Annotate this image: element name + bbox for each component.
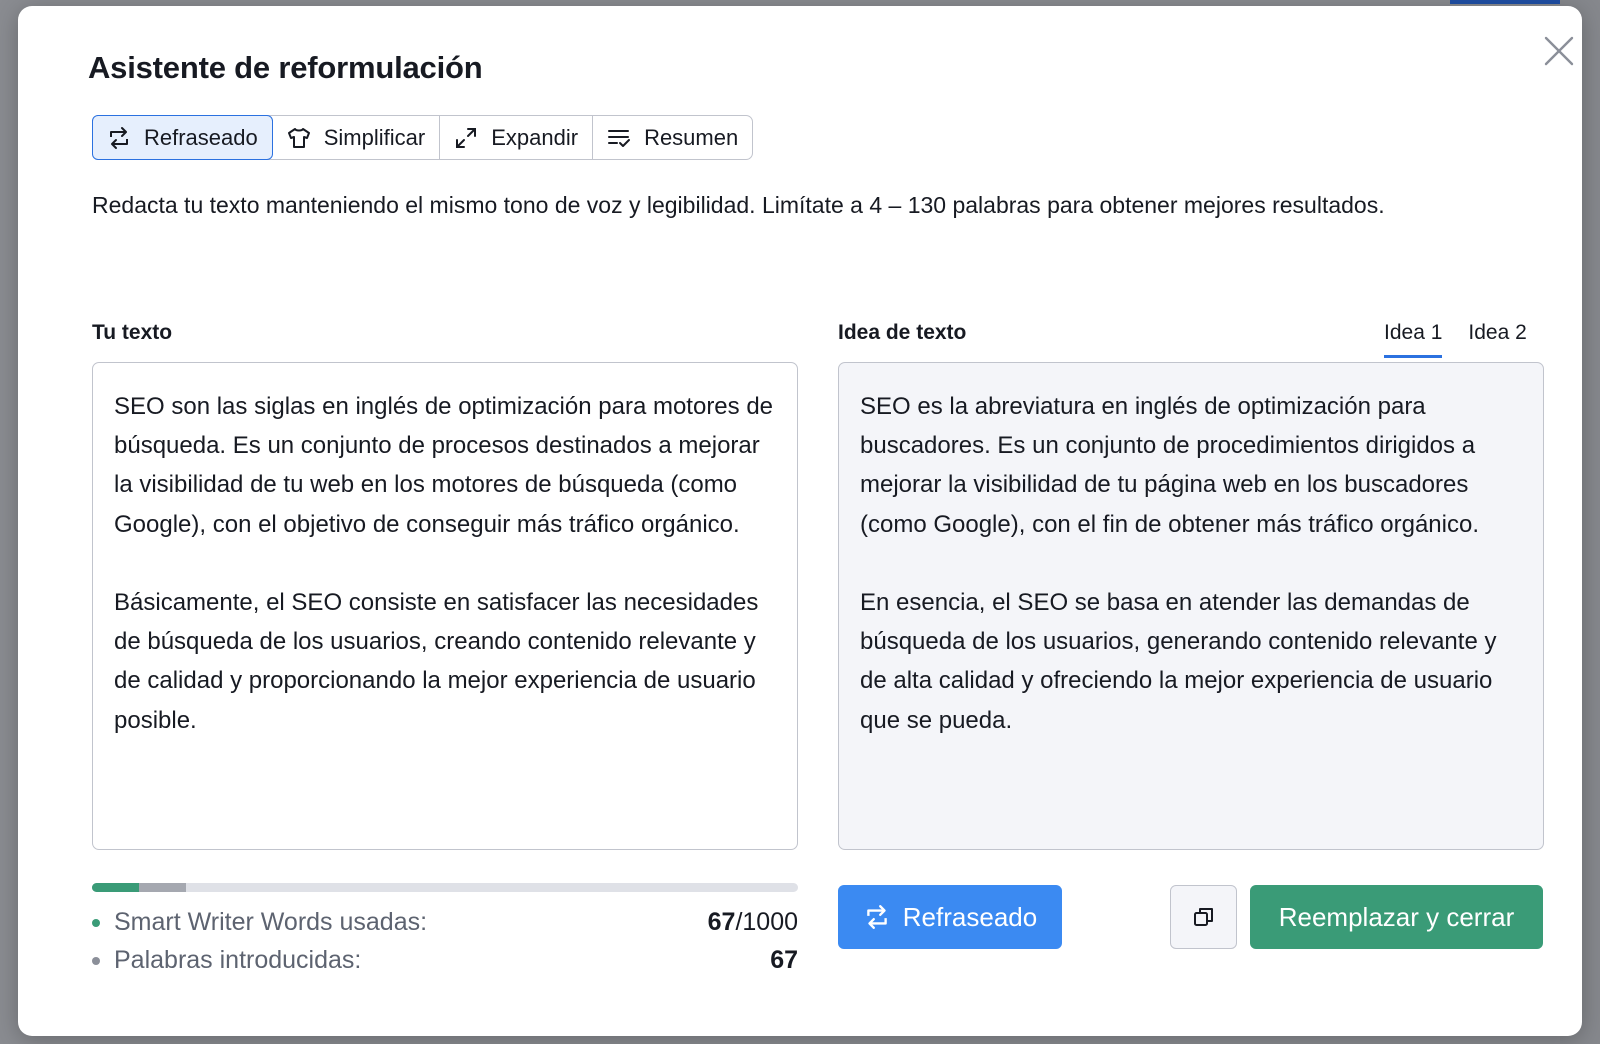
tab-rephrase-label: Refraseado xyxy=(144,124,258,150)
close-icon xyxy=(1544,36,1574,66)
rephrase-button-label: Refraseado xyxy=(902,901,1038,932)
tab-summary[interactable]: Resumen xyxy=(593,116,752,159)
words-entered-count: 67 xyxy=(770,946,798,974)
input-text-area[interactable]: SEO son las siglas en inglés de optimiza… xyxy=(92,362,798,850)
mode-description: Redacta tu texto manteniendo el mismo to… xyxy=(92,192,1385,218)
rephrase-assistant-modal: Asistente de reformulación Refraseado Si… xyxy=(18,6,1582,1036)
green-dot-icon xyxy=(92,918,100,927)
tab-expand[interactable]: Expandir xyxy=(440,116,594,159)
idea-tabs: Idea 1 Idea 2 xyxy=(1384,318,1527,358)
words-entered-row: Palabras introducidas: 67 xyxy=(92,946,798,975)
rephrase-button[interactable]: Refraseado xyxy=(838,885,1062,949)
words-used-count: 67 xyxy=(707,908,736,936)
words-limit: /1000 xyxy=(735,908,798,936)
input-panel-label: Tu texto xyxy=(92,321,173,344)
background-accent-bar xyxy=(1450,0,1560,4)
output-paragraph: SEO es la abreviatura en inglés de optim… xyxy=(860,393,1479,538)
words-used-value: 67/1000 xyxy=(708,908,798,937)
tab-summary-label: Resumen xyxy=(644,124,739,150)
modal-title: Asistente de reformulación xyxy=(88,50,483,85)
input-paragraph: SEO son las siglas en inglés de optimiza… xyxy=(114,393,774,538)
words-entered-label: Palabras introducidas: xyxy=(114,946,362,974)
output-text-area: SEO es la abreviatura en inglés de optim… xyxy=(838,362,1544,850)
rephrase-icon xyxy=(106,125,132,151)
tab-simplify-label: Simplificar xyxy=(323,124,426,150)
gray-dot-icon xyxy=(92,956,100,965)
tab-simplify[interactable]: Simplificar xyxy=(273,116,441,159)
tab-expand-label: Expandir xyxy=(491,124,579,150)
usage-progress-bar xyxy=(92,883,798,892)
expand-icon xyxy=(453,125,479,151)
words-used-row: Smart Writer Words usadas: 67/1000 xyxy=(92,908,798,937)
mode-tabs: Refraseado Simplificar Expandir Resumen xyxy=(92,115,754,160)
rephrase-icon xyxy=(863,903,891,931)
input-paragraph: Básicamente, el SEO consiste en satisfac… xyxy=(114,589,759,734)
tab-idea-2[interactable]: Idea 2 xyxy=(1468,318,1526,358)
shirt-icon xyxy=(286,125,312,151)
output-panel-label: Idea de texto xyxy=(838,321,967,344)
close-button[interactable] xyxy=(1542,34,1576,68)
summary-icon xyxy=(606,125,632,151)
copy-icon xyxy=(1193,908,1213,926)
tab-idea-1[interactable]: Idea 1 xyxy=(1384,318,1443,358)
tab-rephrase[interactable]: Refraseado xyxy=(92,115,273,160)
copy-button[interactable] xyxy=(1170,885,1237,949)
words-used-label: Smart Writer Words usadas: xyxy=(114,908,428,936)
progress-used-segment xyxy=(92,883,139,892)
output-paragraph: En esencia, el SEO se basa en atender la… xyxy=(860,589,1497,734)
progress-input-segment xyxy=(139,883,186,892)
replace-and-close-button[interactable]: Reemplazar y cerrar xyxy=(1250,885,1543,949)
